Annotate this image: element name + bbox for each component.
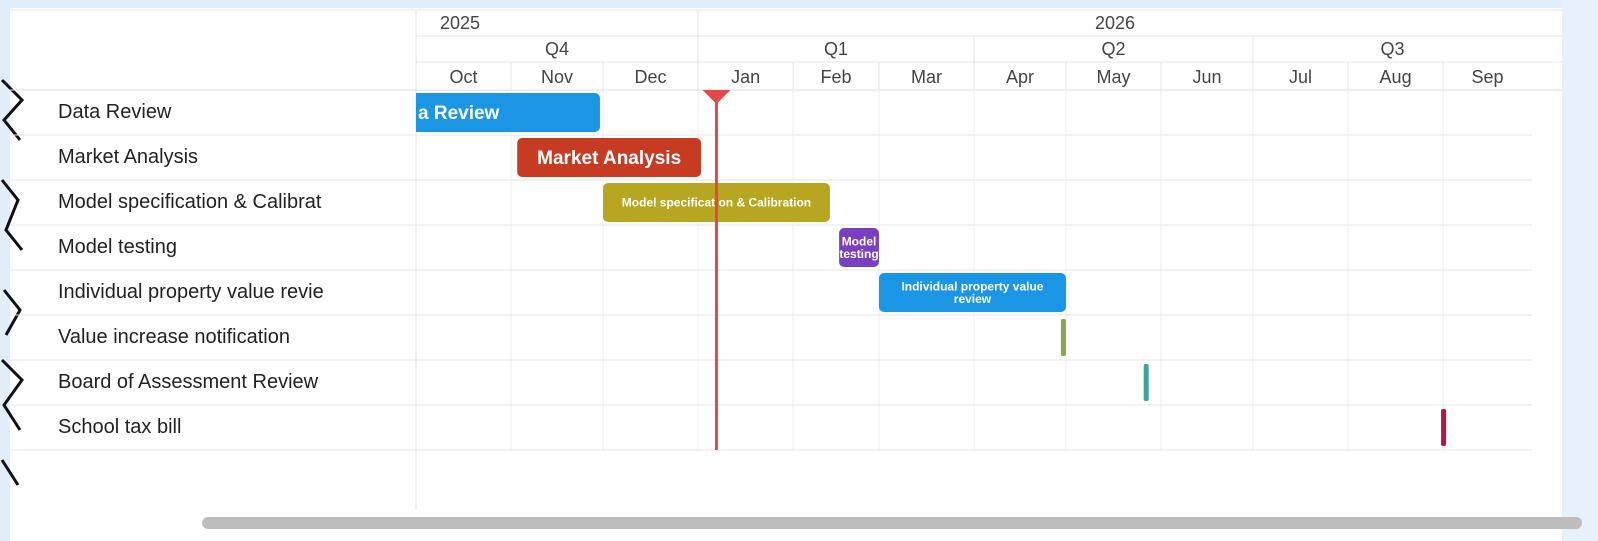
task-bar-label: testing: [839, 247, 878, 261]
quarter-label: Q4: [545, 39, 569, 59]
month-label: Dec: [635, 67, 667, 87]
month-label: Feb: [821, 67, 852, 87]
month-label: Jan: [731, 67, 760, 87]
quarter-label: Q1: [824, 39, 848, 59]
month-label: Sep: [1472, 67, 1504, 87]
quarter-label: Q2: [1101, 39, 1125, 59]
gantt-chart: 2025 2026 Q4 Q1 Q2 Q3 Oct Nov Dec Jan Feb Mar Apr May…: [10, 9, 1562, 510]
task-bar-label: review: [954, 292, 992, 306]
month-label: Oct: [450, 67, 478, 87]
today-marker-icon: [702, 90, 731, 104]
month-label: Jun: [1192, 67, 1221, 87]
year-label: 2025: [440, 13, 480, 33]
month-label: Jul: [1289, 67, 1312, 87]
milestone-marker[interactable]: [1441, 409, 1447, 446]
year-label: 2026: [1095, 13, 1135, 33]
month-label: Aug: [1380, 67, 1412, 87]
milestone-marker[interactable]: [1143, 364, 1149, 401]
task-bar-label: Market Analysis: [537, 148, 681, 169]
month-label: May: [1096, 67, 1130, 87]
task-bar-label: a Review: [418, 103, 500, 124]
quarter-label: Q3: [1380, 39, 1404, 59]
horizontal-scrollbar[interactable]: [202, 517, 1582, 529]
milestone-marker[interactable]: [1060, 319, 1066, 356]
month-label: Mar: [911, 67, 942, 87]
month-label: Apr: [1006, 67, 1034, 87]
month-label: Nov: [541, 67, 573, 87]
